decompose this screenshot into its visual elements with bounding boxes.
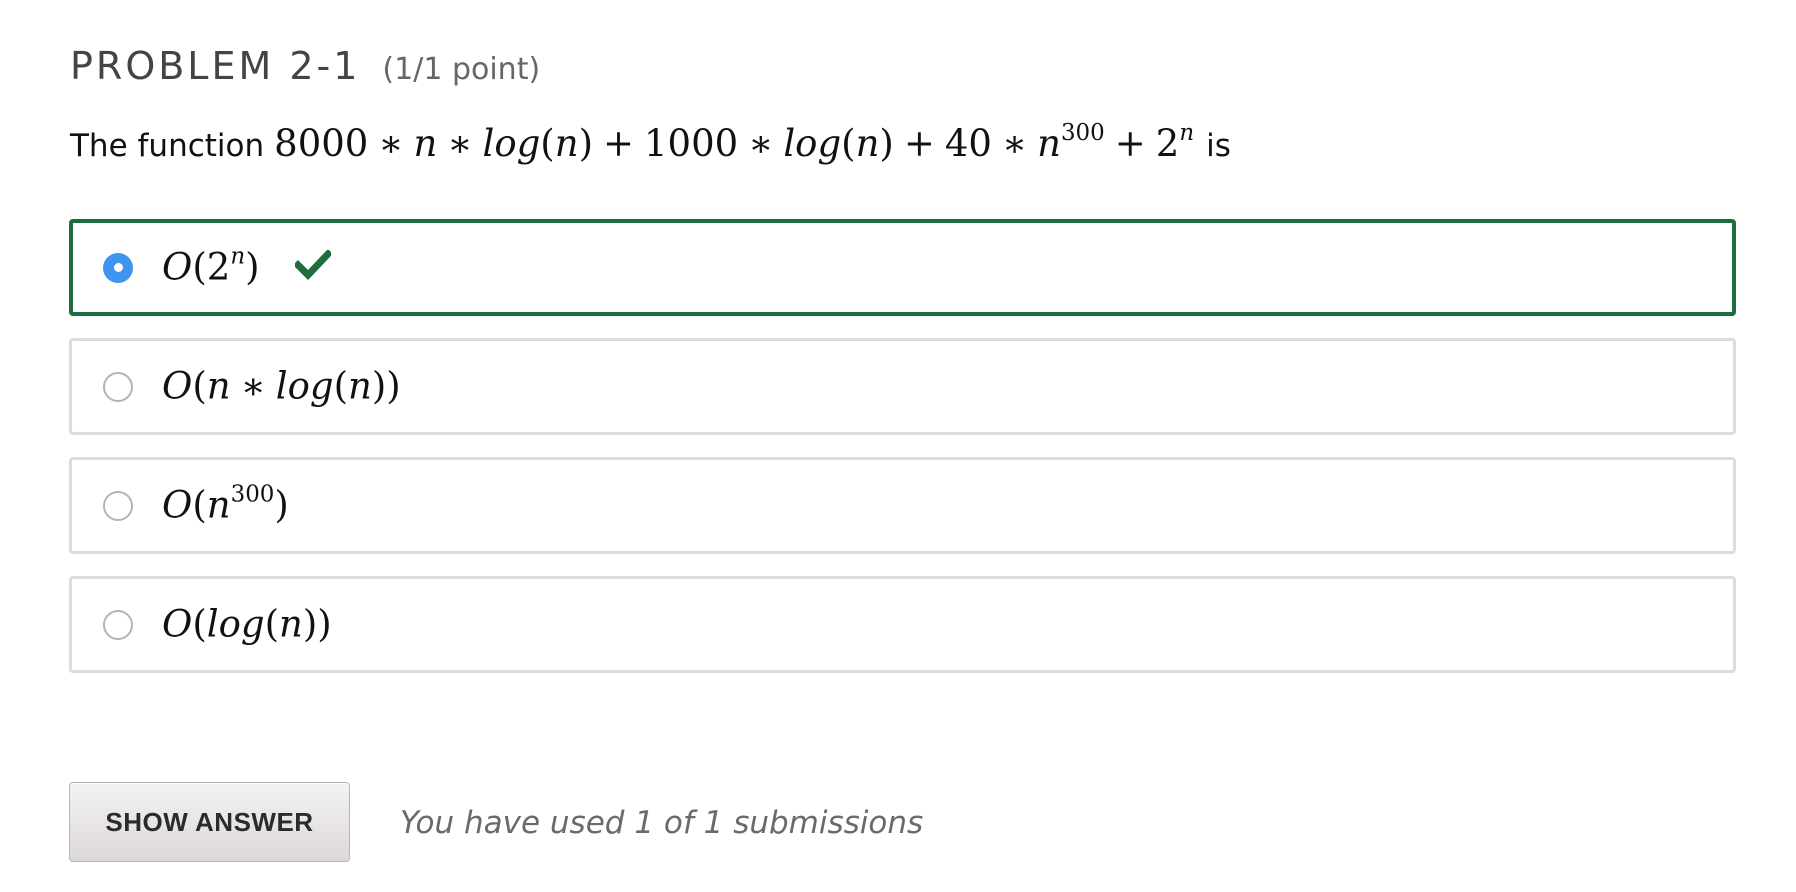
answer-options: O(2n) O(n ∗ log(n)) O(n300) O(log(n))	[69, 219, 1736, 695]
radio-unselected-icon[interactable]	[103, 490, 133, 521]
radio-unselected-icon[interactable]	[103, 371, 133, 402]
problem-points: (1/1 point)	[382, 52, 541, 87]
question-text: The function 8000 ∗ n ∗ log(n) +1000 ∗ log(n) +4…	[70, 119, 1231, 165]
submissions-status: You have used 1 of 1 submissions	[400, 805, 924, 841]
question-expression: 8000 ∗ n ∗ log(n) +1000 ∗ log(n) +40 ∗ n300 +2n	[274, 119, 1195, 165]
radio-unselected-icon[interactable]	[103, 609, 133, 640]
question-lead: The function	[70, 128, 265, 164]
option-label: O(n ∗ log(n))	[162, 364, 401, 408]
problem-title: PROBLEM 2-1	[70, 44, 361, 88]
problem-header: PROBLEM 2-1 (1/1 point)	[70, 44, 540, 88]
option-o-2-n[interactable]: O(2n)	[69, 219, 1736, 316]
problem-page: PROBLEM 2-1 (1/1 point) The function 800…	[0, 0, 1796, 892]
option-label: O(log(n))	[162, 602, 332, 646]
option-label: O(n300)	[162, 481, 289, 527]
option-label: O(2n)	[162, 243, 260, 289]
question-tail: is	[1206, 128, 1231, 164]
show-answer-button[interactable]: SHOW ANSWER	[69, 782, 350, 862]
option-o-n-log-n[interactable]: O(n ∗ log(n))	[69, 338, 1736, 435]
checkmark-icon	[295, 249, 331, 280]
option-o-n-300[interactable]: O(n300)	[69, 457, 1736, 554]
option-o-log-n[interactable]: O(log(n))	[69, 576, 1736, 673]
radio-selected-icon[interactable]	[103, 252, 133, 283]
